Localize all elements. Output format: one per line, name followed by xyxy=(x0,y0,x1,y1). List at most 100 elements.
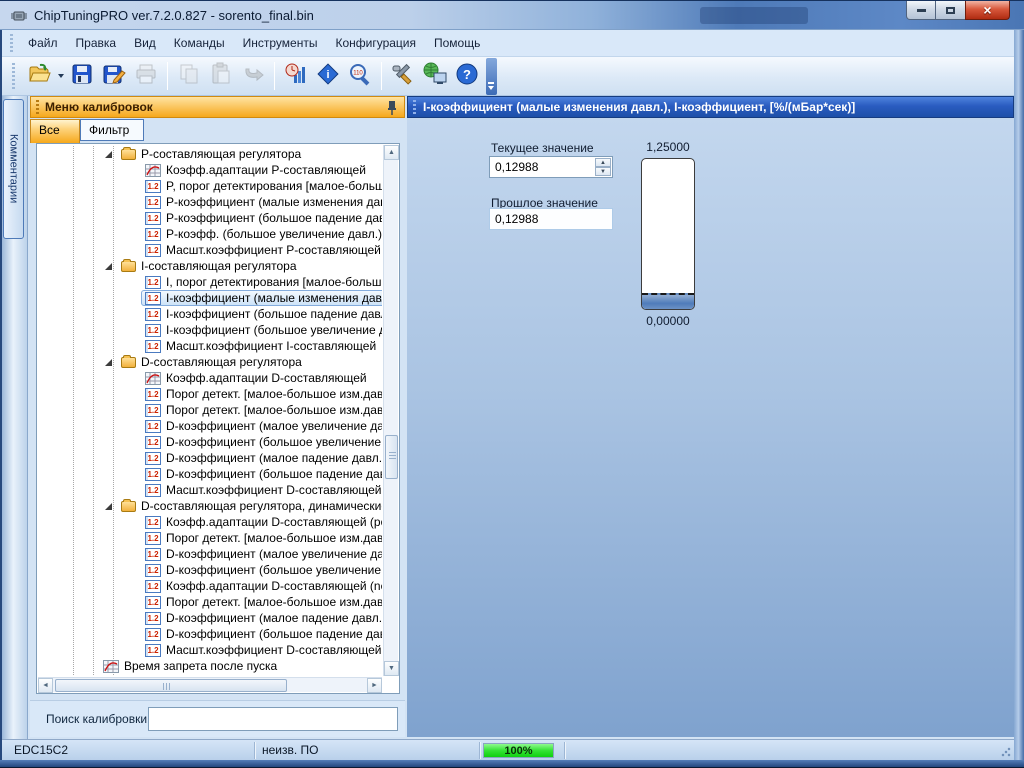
tree-item[interactable]: 1.2P, порог детектирования [малое-большо… xyxy=(37,178,382,194)
toolbar-button-statistics[interactable] xyxy=(281,61,311,91)
panel-grip-handle xyxy=(36,100,39,114)
tree-item[interactable]: 1.2P-коэфф. (большое увеличение давл.) xyxy=(37,226,382,242)
tree-item[interactable]: 1.2Масшт.коэффициент P-составляющей xyxy=(37,242,382,258)
current-value-spinbox[interactable]: 0,12988 ▲ ▼ xyxy=(489,156,613,178)
close-button[interactable]: × xyxy=(965,1,1010,20)
calibration-search-input[interactable] xyxy=(148,707,398,731)
tree-item[interactable]: 1.2I-коэффициент (малые изменения давл.) xyxy=(37,290,382,306)
tree-item-label: P-коэфф. (большое увеличение давл.) xyxy=(166,227,382,241)
tree-item[interactable]: Время запрета после пуска xyxy=(37,658,382,674)
menu-item-0[interactable]: Файл xyxy=(19,32,67,54)
toolbar-button-paste xyxy=(206,61,236,91)
expand-collapse-icon[interactable] xyxy=(105,151,112,158)
tab-all[interactable]: Все xyxy=(30,119,80,143)
expand-collapse-icon[interactable] xyxy=(105,359,112,366)
scroll-left-icon[interactable]: ◄ xyxy=(38,678,53,693)
tree-item[interactable]: 1.2Порог детект. [малое-большое изм.давл… xyxy=(37,594,382,610)
tree-item[interactable]: Коэфф.адаптации P-составляющей xyxy=(37,162,382,178)
tree-item[interactable]: 1.2I-коэффициент (большое падение давл.) xyxy=(37,306,382,322)
tree-item[interactable]: 1.2Коэфф.адаптации D-составляющей (posit… xyxy=(37,514,382,530)
tree-item[interactable]: 1.2P-коэффициент (малые изменения давл.) xyxy=(37,194,382,210)
toolbar-overflow-chevron-icon[interactable] xyxy=(486,58,497,95)
vertical-scroll-thumb[interactable] xyxy=(385,435,398,479)
toolbar-button-tools[interactable] xyxy=(388,61,418,91)
open-dropdown-chevron-icon[interactable] xyxy=(55,61,66,91)
toolbar-button-preview[interactable]: 110 xyxy=(345,61,375,91)
parameter-panel-header[interactable]: I-коэффициент (малые изменения давл.), I… xyxy=(407,96,1014,118)
toolbar-grip-handle[interactable] xyxy=(12,63,15,89)
scroll-up-icon[interactable]: ▲ xyxy=(384,145,399,160)
tree-item-label: D-коэффициент (большое увеличение давл xyxy=(166,563,382,577)
title-bar[interactable]: ChipTuningPRO ver.7.2.0.827 - sorento_fi… xyxy=(0,0,1024,30)
search-row: Поиск калибровки xyxy=(30,700,405,737)
resize-grip-icon[interactable] xyxy=(1001,747,1011,757)
progress-bar: 100% xyxy=(483,743,554,758)
tree-item[interactable]: 1.2D-коэффициент (малое увеличение давл.… xyxy=(37,418,382,434)
tree-folder[interactable]: D-составляющая регулятора, динамические … xyxy=(37,498,382,514)
toolbar-buttons: i110? xyxy=(23,61,483,91)
tree-item-label: D-коэффициент (малое падение давл.) xyxy=(166,451,382,465)
tree-item[interactable]: 1.2D-коэффициент (малое падение давл.) xyxy=(37,450,382,466)
tree-folder[interactable]: P-составляющая регулятора xyxy=(37,146,382,162)
tree-item[interactable]: 1.2Масшт.коэффициент D-составляющей xyxy=(37,482,382,498)
tree-item[interactable]: 1.2I, порог детектирования [малое-большо… xyxy=(37,274,382,290)
tree-item[interactable]: 1.2D-коэффициент (большое увеличение дав… xyxy=(37,434,382,450)
tree-item[interactable]: 1.2Масшт.коэффициент D-составляющей (dyn xyxy=(37,642,382,658)
toolbar-button-save[interactable] xyxy=(67,61,97,91)
toolbar-button-info[interactable]: i xyxy=(313,61,343,91)
tree-item[interactable]: Коэфф.адаптации D-составляющей xyxy=(37,370,382,386)
tree-item[interactable]: 1.2Масшт.коэффициент I-составляющей xyxy=(37,338,382,354)
tree-item-label: I-коэффициент (малые изменения давл.) xyxy=(166,291,382,305)
toolbar-button-network[interactable] xyxy=(420,61,450,91)
tree-item[interactable]: 1.2D-коэффициент (большое увеличение дав… xyxy=(37,562,382,578)
tree-item[interactable]: 1.2Порог детект. [малое-большое изм.давл… xyxy=(37,402,382,418)
horizontal-scrollbar[interactable]: ◄ ► xyxy=(38,677,382,692)
tree-item[interactable]: 1.2D-коэффициент (малое падение давл. dy… xyxy=(37,610,382,626)
tree-item-label: D-коэффициент (большое падение давл. dy xyxy=(166,627,382,641)
menu-item-1[interactable]: Правка xyxy=(67,32,126,54)
pin-icon[interactable] xyxy=(386,100,398,116)
menu-item-6[interactable]: Помощь xyxy=(425,32,489,54)
scroll-down-icon[interactable]: ▼ xyxy=(384,661,399,676)
menu-item-4[interactable]: Инструменты xyxy=(234,32,327,54)
toolbar-separator xyxy=(167,62,168,90)
tab-comments[interactable]: Комментарии xyxy=(3,99,24,239)
tree-item[interactable]: 1.2I-коэффициент (большое увеличение дав… xyxy=(37,322,382,338)
tree-item[interactable]: 1.2D-коэффициент (большое падение давл. … xyxy=(37,626,382,642)
tree-item-label: D-коэффициент (малое падение давл. dyn) xyxy=(166,611,382,625)
maximize-button[interactable] xyxy=(936,1,965,20)
vertical-scrollbar[interactable]: ▲ ▼ xyxy=(383,145,398,676)
scroll-right-icon[interactable]: ► xyxy=(367,678,382,693)
tree-folder[interactable]: D-составляющая регулятора xyxy=(37,354,382,370)
expand-collapse-icon[interactable] xyxy=(105,503,112,510)
tab-filter[interactable]: Фильтр xyxy=(80,119,144,141)
calibration-panel-header[interactable]: Меню калибровок xyxy=(30,96,405,118)
tree-item[interactable]: 1.2D-коэффициент (большое падение давл.) xyxy=(37,466,382,482)
current-value: 0,12988 xyxy=(495,160,538,174)
tree-item[interactable]: 1.2Порог детект. [малое-большое изм.давл… xyxy=(37,530,382,546)
spin-down-icon[interactable]: ▼ xyxy=(595,167,611,176)
tree-item[interactable]: 1.2P-коэффициент (большое падение давл.) xyxy=(37,210,382,226)
value-gauge[interactable] xyxy=(641,158,695,310)
tree-item[interactable]: 1.2Коэфф.адаптации D-составляющей (negat… xyxy=(37,578,382,594)
horizontal-scroll-thumb[interactable] xyxy=(55,679,287,692)
minimize-icon xyxy=(917,9,926,12)
menu-item-5[interactable]: Конфигурация xyxy=(326,32,425,54)
tree-folder[interactable]: I-составляющая регулятора xyxy=(37,258,382,274)
toolbar-button-open-file[interactable] xyxy=(24,61,54,91)
toolbar-button-help[interactable]: ? xyxy=(452,61,482,91)
menu-grip-handle[interactable] xyxy=(10,34,13,52)
menu-item-2[interactable]: Вид xyxy=(125,32,165,54)
tree-item[interactable]: 1.2Порог детект. [малое-большое изм.давл… xyxy=(37,386,382,402)
calibration-tree: P-составляющая регулятораКоэфф.адаптации… xyxy=(36,143,400,694)
tree-item-label: Коэфф.адаптации P-составляющей xyxy=(166,163,366,177)
tree-item[interactable]: 1.2D-коэффициент (малое увеличение давл.… xyxy=(37,546,382,562)
print-icon xyxy=(134,62,158,91)
toolbar-button-save-as[interactable] xyxy=(99,61,129,91)
statusbar-separator xyxy=(479,742,480,759)
expand-collapse-icon[interactable] xyxy=(105,263,112,270)
tree-item-label: D-коэффициент (малое увеличение давл.) xyxy=(166,419,382,433)
menu-item-3[interactable]: Команды xyxy=(165,32,234,54)
spin-up-icon[interactable]: ▲ xyxy=(595,158,611,167)
minimize-button[interactable] xyxy=(906,1,936,20)
